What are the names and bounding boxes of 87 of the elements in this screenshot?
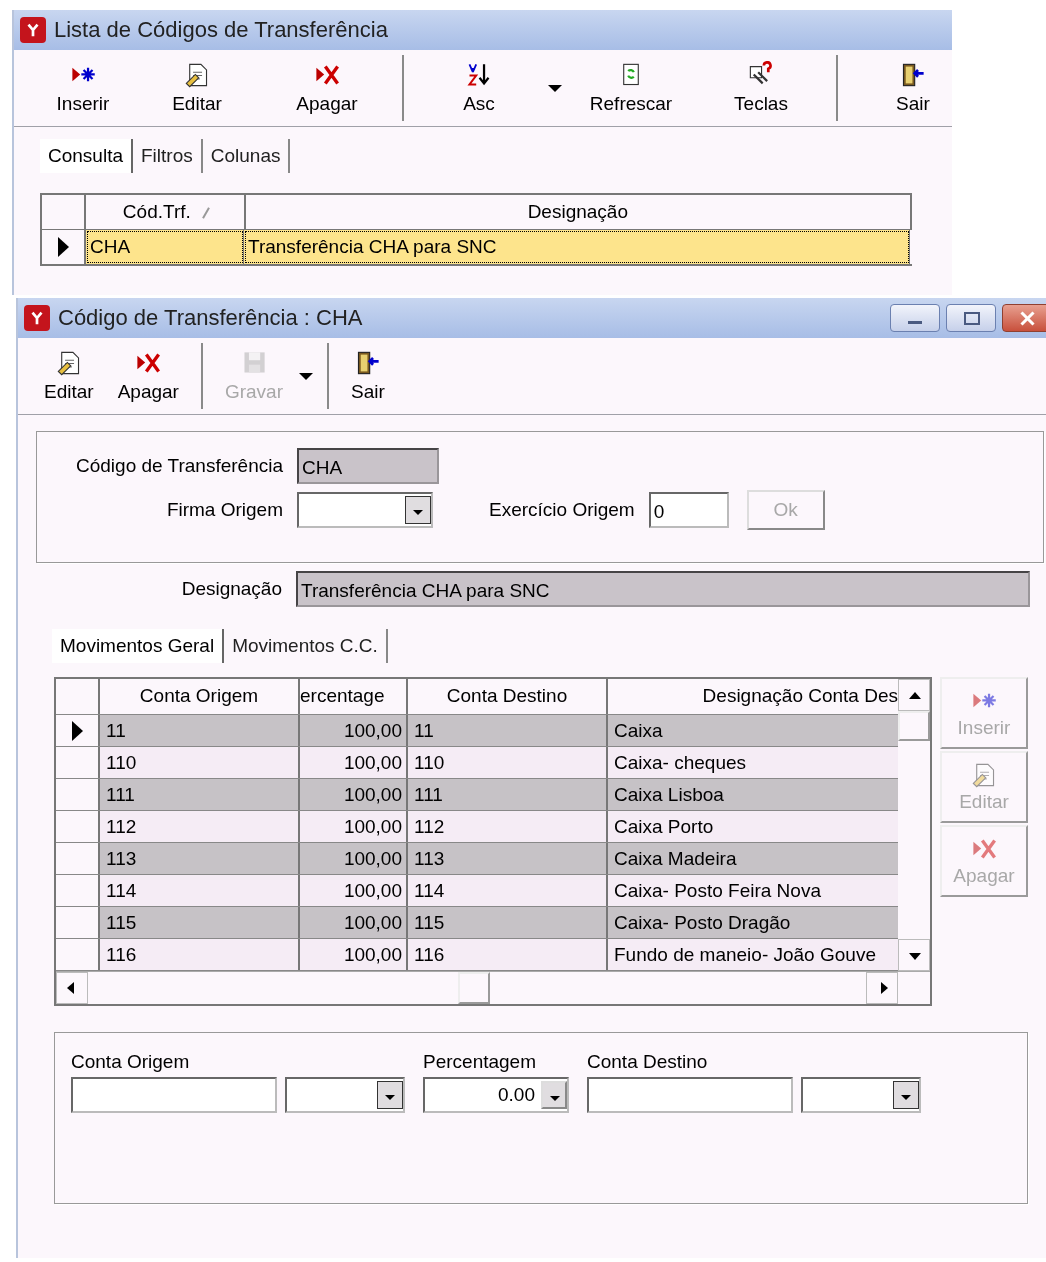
table-row[interactable]: 111 100,00 111 Caixa Lisboa bbox=[56, 779, 898, 811]
app-logo-icon bbox=[20, 17, 46, 43]
table-cell: 115 bbox=[100, 907, 300, 938]
table-cell: 11 bbox=[408, 715, 608, 746]
table-cell: 110 bbox=[408, 747, 608, 778]
field-label: Firma Origem bbox=[165, 499, 284, 521]
field-label: Conta Origem bbox=[71, 1051, 191, 1073]
company-dropdown[interactable] bbox=[297, 492, 433, 528]
code-field[interactable]: CHA bbox=[297, 448, 439, 484]
table-cell: Caixa- cheques bbox=[608, 747, 898, 778]
table-cell: 11 bbox=[100, 715, 300, 746]
tab[interactable]: Movimentos C.C. bbox=[224, 629, 388, 663]
toolbar-button[interactable]: Apagar bbox=[105, 349, 191, 403]
table-cell: Caixa- Posto Dragão bbox=[608, 907, 898, 938]
table-cell: 115 bbox=[408, 907, 608, 938]
toolbar-button[interactable]: Apagar bbox=[262, 61, 392, 115]
table-cell: 100,00 bbox=[300, 875, 408, 906]
table-cell: 100,00 bbox=[300, 715, 408, 746]
table-cell: 100,00 bbox=[300, 811, 408, 842]
percentage-field[interactable]: 0.00 bbox=[423, 1077, 569, 1113]
field-label: Exercício Origem bbox=[489, 499, 636, 521]
table-cell: Caixa Madeira bbox=[608, 843, 898, 874]
toolbar-button[interactable]: Asc bbox=[414, 61, 544, 115]
field-label: Conta Destino bbox=[587, 1051, 709, 1073]
tab[interactable]: Movimentos Geral bbox=[52, 629, 225, 663]
column-header[interactable]: Designação Conta Des bbox=[608, 679, 898, 714]
table-cell: 112 bbox=[100, 811, 300, 842]
horizontal-scrollbar[interactable] bbox=[56, 971, 930, 1004]
toolbar-button[interactable]: Teclas bbox=[696, 61, 826, 115]
table-cell: 100,00 bbox=[300, 747, 408, 778]
account-dropdown[interactable] bbox=[285, 1077, 405, 1113]
table-cell: Fundo de maneio- João Gouve bbox=[608, 939, 898, 970]
table-cell: 100,00 bbox=[300, 939, 408, 970]
tab[interactable]: Consulta bbox=[40, 139, 133, 173]
table-cell: 111 bbox=[408, 779, 608, 810]
table-cell: Transferência CHA para SNC bbox=[244, 230, 910, 264]
field-label: Percentagem bbox=[423, 1051, 537, 1073]
table-row[interactable]: 114 100,00 114 Caixa- Posto Feira Nova bbox=[56, 875, 898, 907]
table-cell: 112 bbox=[408, 811, 608, 842]
maximize-button[interactable] bbox=[946, 304, 996, 332]
table-row[interactable]: 116 100,00 116 Fundo de maneio- João Gouve bbox=[56, 939, 898, 971]
table-row[interactable]: 113 100,00 113 Caixa Madeira bbox=[56, 843, 898, 875]
table-cell: Caixa Lisboa bbox=[608, 779, 898, 810]
tab[interactable]: Filtros bbox=[133, 139, 203, 173]
table-cell: 116 bbox=[408, 939, 608, 970]
table-row[interactable]: CHA Transferência CHA para SNC bbox=[42, 230, 912, 264]
description-field[interactable]: Transferência CHA para SNC bbox=[296, 571, 1030, 607]
toolbar-button[interactable]: Inserir bbox=[34, 61, 132, 115]
table-cell: Caixa Porto bbox=[608, 811, 898, 842]
field-label: Código de Transferência bbox=[75, 455, 284, 477]
table-cell: 113 bbox=[100, 843, 300, 874]
tab[interactable]: Colunas bbox=[202, 139, 291, 173]
field-label: Designação bbox=[180, 578, 283, 600]
toolbar-button[interactable]: Editar bbox=[32, 349, 106, 403]
close-button[interactable] bbox=[1002, 304, 1046, 332]
account-field[interactable] bbox=[71, 1077, 277, 1113]
table-cell: 111 bbox=[100, 779, 300, 810]
table-cell: Caixa bbox=[608, 715, 898, 746]
toolbar-button[interactable]: Refrescar bbox=[566, 61, 696, 115]
toolbar-button[interactable]: Sair bbox=[339, 349, 397, 403]
table-cell: 100,00 bbox=[300, 907, 408, 938]
dropdown-arrow-icon[interactable] bbox=[548, 84, 562, 92]
minimize-button[interactable] bbox=[890, 304, 940, 332]
vertical-scrollbar[interactable] bbox=[898, 679, 930, 971]
scroll-thumb[interactable] bbox=[898, 711, 930, 741]
table-cell: 110 bbox=[100, 747, 300, 778]
toolbar-button[interactable]: Editar bbox=[132, 61, 262, 115]
table-cell: 100,00 bbox=[300, 779, 408, 810]
table-row[interactable]: 110 100,00 110 Caixa- cheques bbox=[56, 747, 898, 779]
account-dropdown[interactable] bbox=[801, 1077, 921, 1113]
app-logo-icon bbox=[24, 305, 50, 331]
table-cell: 116 bbox=[100, 939, 300, 970]
table-cell: 100,00 bbox=[300, 843, 408, 874]
table-row[interactable]: 11 100,00 11 Caixa bbox=[56, 715, 898, 747]
table-cell: 114 bbox=[408, 875, 608, 906]
table-cell: CHA bbox=[86, 230, 244, 264]
window-title: Lista de Códigos de Transferência bbox=[54, 17, 388, 43]
table-cell: Caixa- Posto Feira Nova bbox=[608, 875, 898, 906]
scroll-thumb[interactable] bbox=[458, 972, 490, 1004]
table-cell: 113 bbox=[408, 843, 608, 874]
year-field[interactable]: 0 bbox=[648, 492, 729, 528]
table-row[interactable]: 115 100,00 115 Caixa- Posto Dragão bbox=[56, 907, 898, 939]
table-cell: 114 bbox=[100, 875, 300, 906]
account-field[interactable] bbox=[587, 1077, 793, 1113]
toolbar-button[interactable]: Sair bbox=[848, 61, 952, 115]
table-row[interactable]: 112 100,00 112 Caixa Porto bbox=[56, 811, 898, 843]
window-title: Código de Transferência : CHA bbox=[58, 305, 363, 331]
